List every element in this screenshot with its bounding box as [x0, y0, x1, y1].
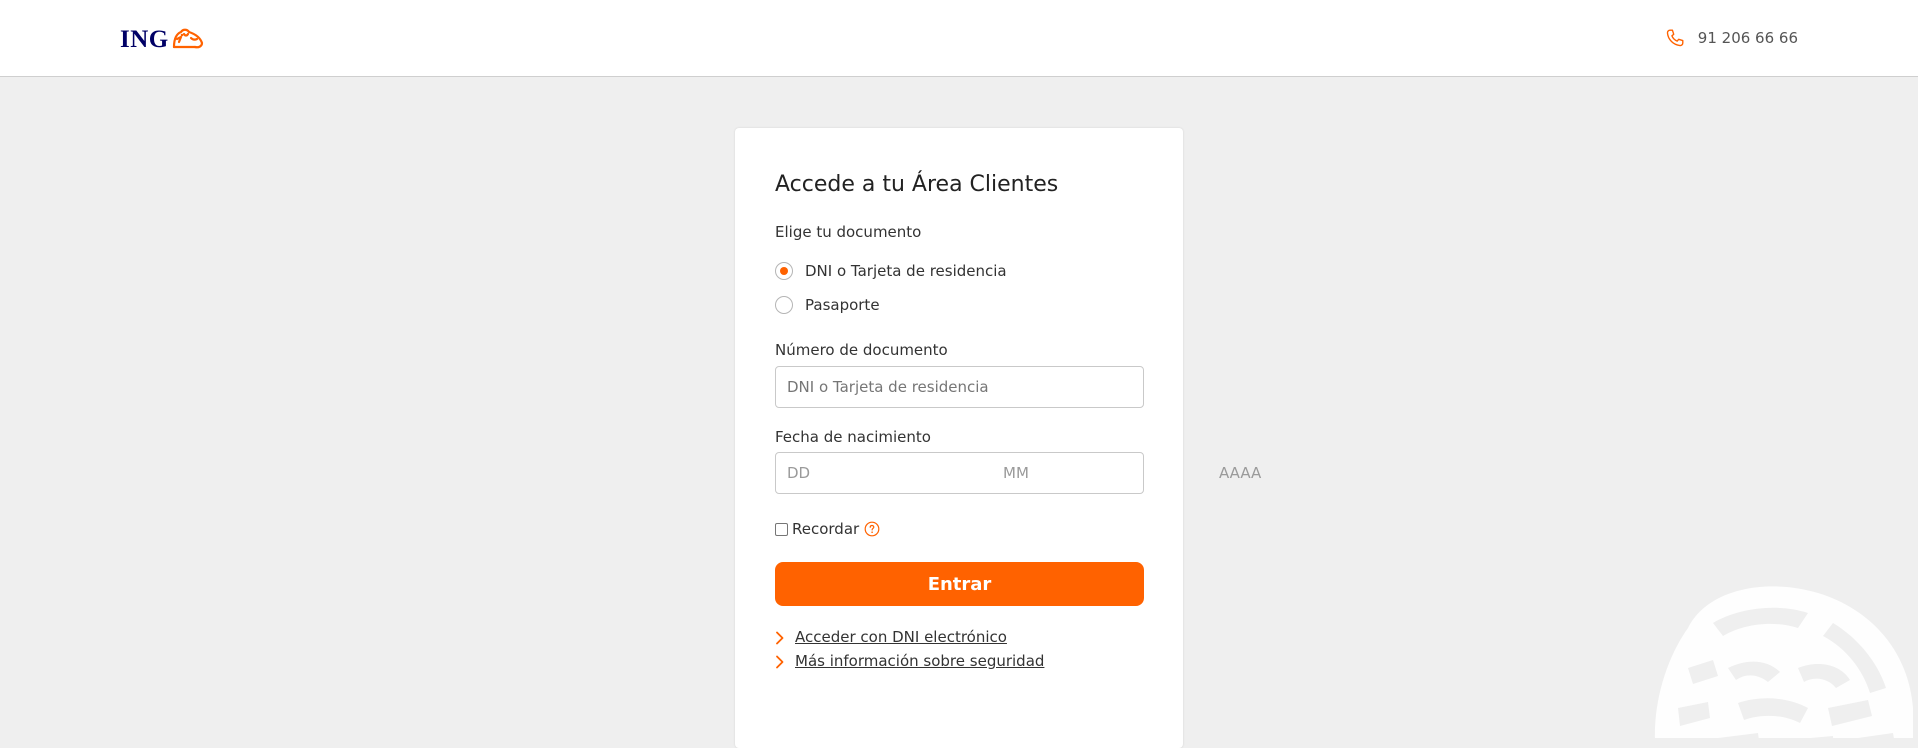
birthdate-label: Fecha de nacimiento — [775, 428, 931, 446]
login-title: Accede a tu Área Clientes — [775, 172, 1059, 197]
link-label[interactable]: Acceder con DNI electrónico — [795, 628, 1007, 646]
birthdate-year-input[interactable] — [1208, 460, 1424, 486]
chevron-right-icon — [775, 630, 785, 645]
link-security-info[interactable]: Más información sobre seguridad — [775, 652, 1044, 670]
link-dni-electronico[interactable]: Acceder con DNI electrónico — [775, 628, 1007, 646]
link-label[interactable]: Más información sobre seguridad — [795, 652, 1044, 670]
login-card: Accede a tu Área Clientes Elige tu docum… — [735, 128, 1424, 748]
remember-row: Recordar — [775, 520, 880, 538]
top-header: ING 91 206 66 66 — [0, 0, 1918, 77]
question-circle-icon[interactable] — [864, 521, 880, 537]
birthdate-month-input[interactable] — [992, 460, 1208, 486]
radio-label-dni: DNI o Tarjeta de residencia — [805, 262, 1007, 280]
lion-watermark-icon — [1618, 568, 1918, 738]
lion-icon — [171, 26, 205, 54]
birthdate-field — [775, 452, 1424, 494]
phone-number: 91 206 66 66 — [1697, 29, 1798, 47]
document-number-label: Número de documento — [775, 341, 948, 359]
radio-option-passport[interactable]: Pasaporte — [775, 296, 880, 314]
radio-option-dni[interactable]: DNI o Tarjeta de residencia — [775, 262, 1007, 280]
birthdate-day-input[interactable] — [776, 460, 992, 486]
document-number-input[interactable] — [775, 366, 1144, 408]
logo-text: ING — [120, 26, 169, 53]
remember-label[interactable]: Recordar — [792, 520, 859, 538]
submit-button[interactable]: Entrar — [775, 562, 1144, 606]
remember-checkbox[interactable] — [775, 522, 788, 536]
phone-icon — [1664, 27, 1686, 49]
radio-button-passport[interactable] — [775, 296, 793, 314]
radio-selected-dot — [780, 267, 788, 275]
ing-logo[interactable]: ING — [120, 22, 205, 58]
phone-contact[interactable]: 91 206 66 66 — [1664, 27, 1798, 49]
radio-button-dni[interactable] — [775, 262, 793, 280]
radio-label-passport: Pasaporte — [805, 296, 880, 314]
chevron-right-icon — [775, 654, 785, 669]
document-type-label: Elige tu documento — [775, 223, 922, 241]
